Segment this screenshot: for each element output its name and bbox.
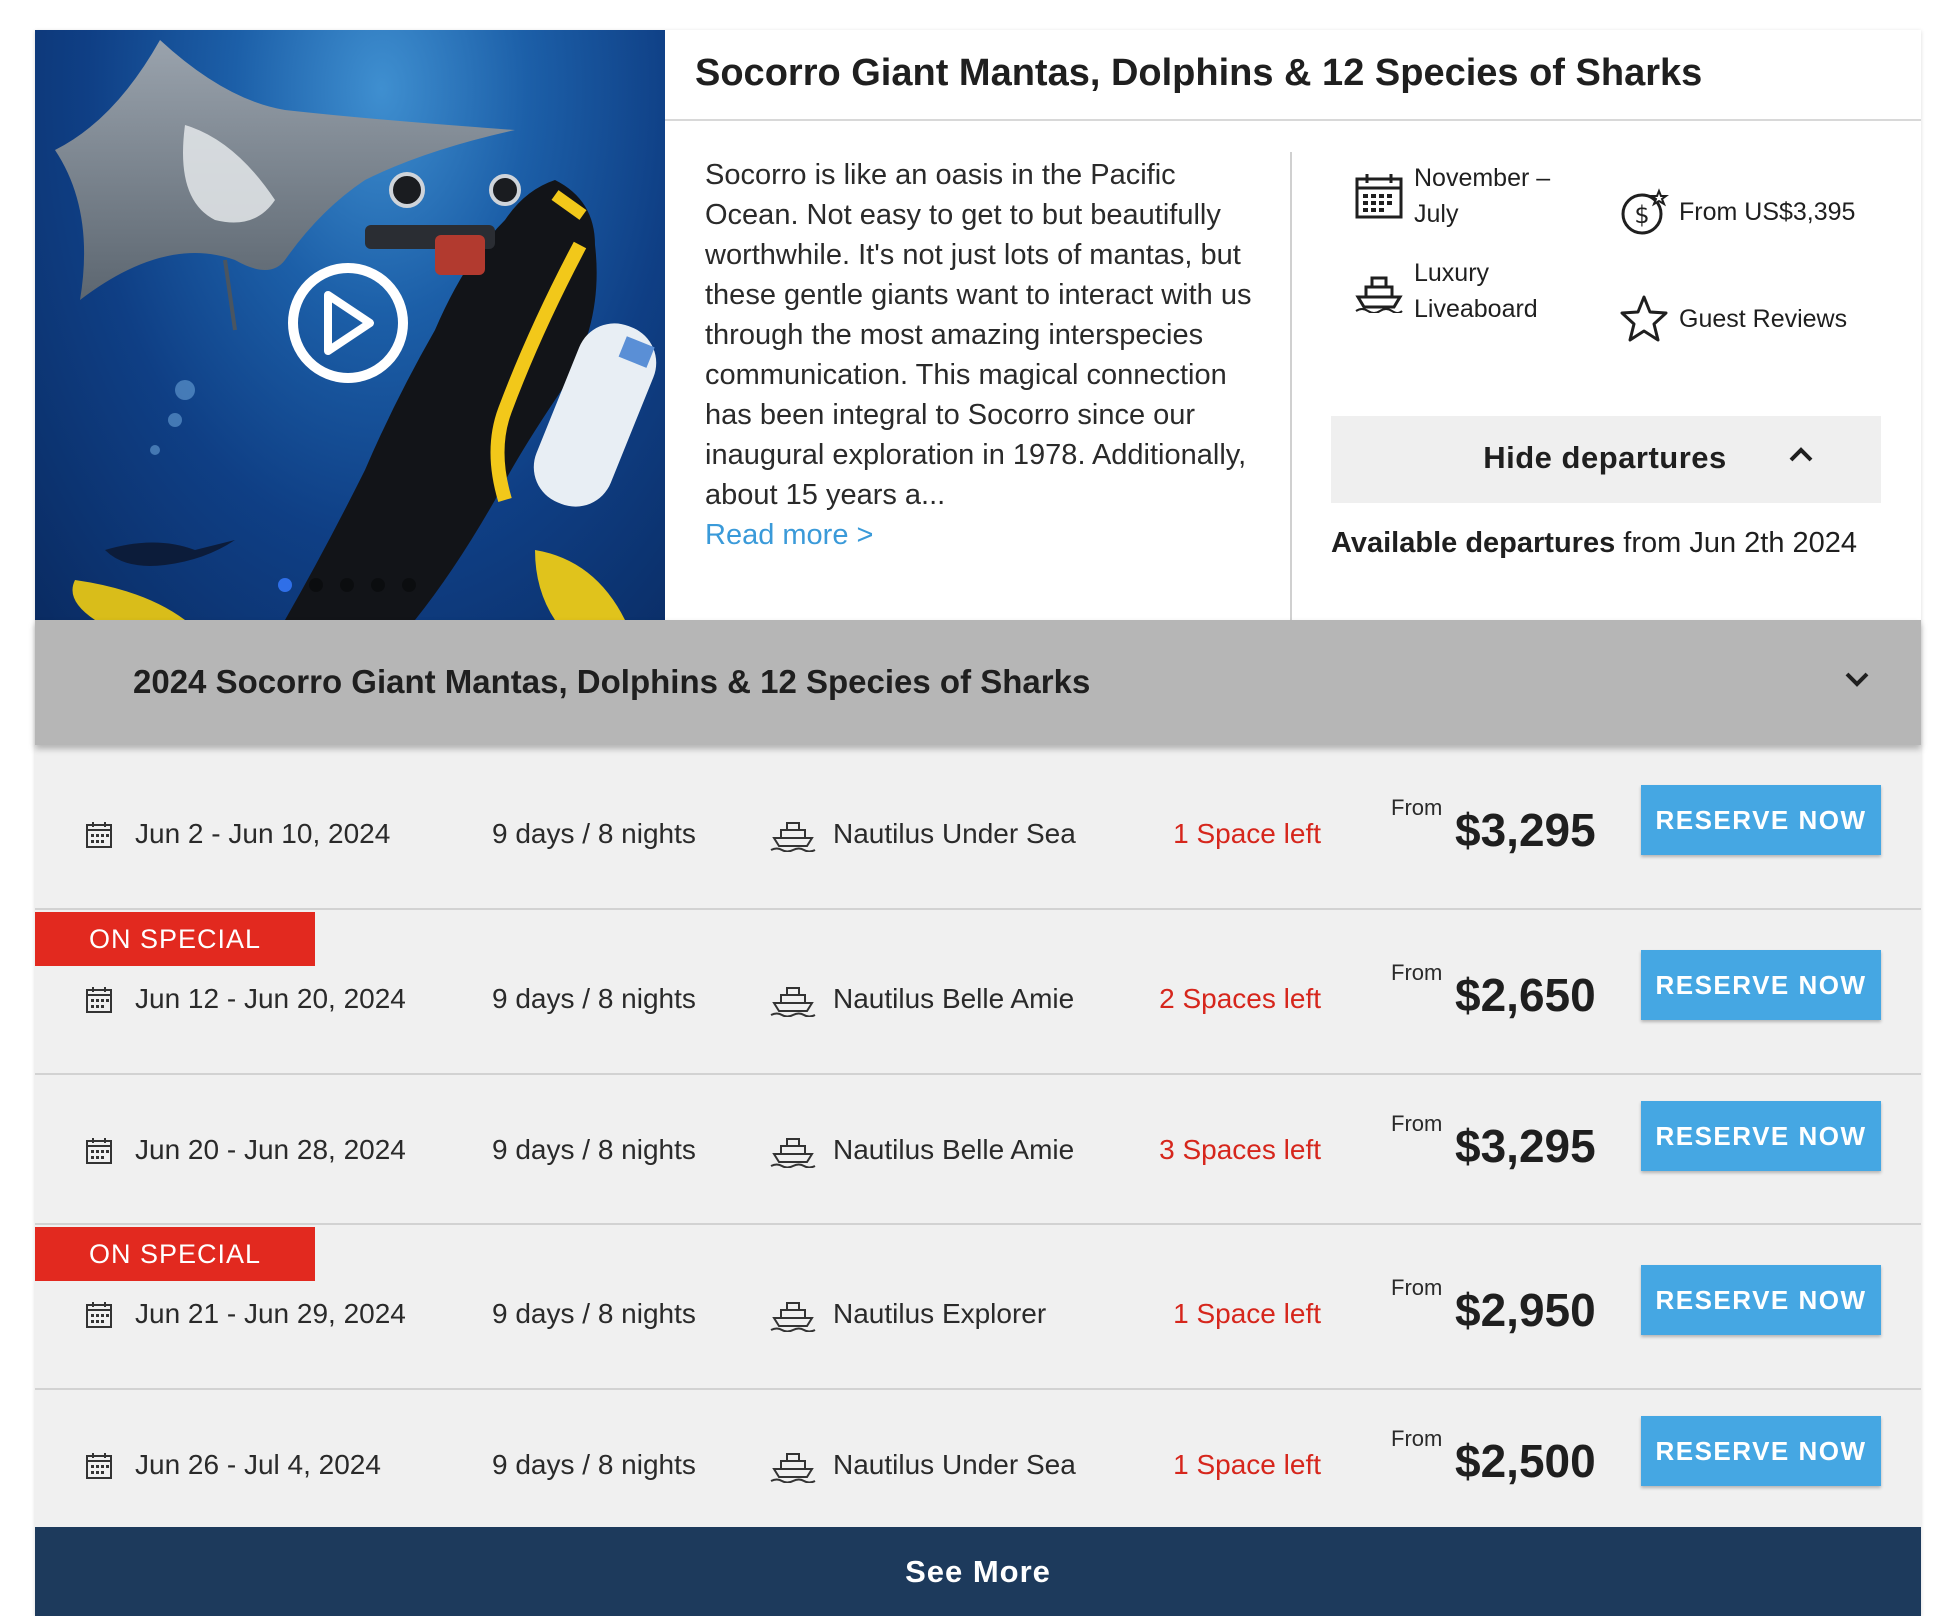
departure-duration: 9 days / 8 nights <box>492 1449 696 1480</box>
departure-dates: Jun 12 - Jun 20, 2024 <box>135 983 406 1014</box>
carousel-dots <box>278 578 416 592</box>
departure-spaces: 1 Space left <box>1173 1449 1321 1480</box>
departure-dates: Jun 20 - Jun 28, 2024 <box>135 1134 406 1165</box>
departure-price: $2,950 <box>1455 1284 1596 1336</box>
feature-price: $ From US$3,395 <box>1617 185 1917 239</box>
departure-dates: Jun 21 - Jun 29, 2024 <box>135 1298 406 1329</box>
feature-reviews[interactable]: Guest Reviews <box>1617 292 1917 346</box>
year-accordion-header[interactable]: 2024 Socorro Giant Mantas, Dolphins & 12… <box>35 620 1921 745</box>
on-special-badge: ON SPECIAL <box>35 912 315 966</box>
play-icon <box>324 291 374 355</box>
carousel-dot[interactable] <box>371 578 385 592</box>
carousel-dot[interactable] <box>278 578 292 592</box>
reserve-now-button[interactable]: RESERVE NOW <box>1641 785 1881 855</box>
trip-card: Socorro Giant Mantas, Dolphins & 12 Spec… <box>35 30 1921 1616</box>
reserve-now-button[interactable]: RESERVE NOW <box>1641 1416 1881 1486</box>
feature-price-text: From US$3,395 <box>1679 198 1856 226</box>
ship-icon <box>770 1449 816 1488</box>
divider <box>1290 152 1292 620</box>
available-departures-label: Available departures <box>1331 527 1616 559</box>
departure-dates: Jun 26 - Jul 4, 2024 <box>135 1449 381 1480</box>
available-departures-date: from Jun 2th 2024 <box>1615 527 1858 559</box>
on-special-badge: ON SPECIAL <box>35 1227 315 1281</box>
price-from-label: From <box>1391 1275 1443 1300</box>
year-accordion-title: 2024 Socorro Giant Mantas, Dolphins & 12… <box>133 663 1091 700</box>
price-from-label: From <box>1391 1111 1443 1136</box>
calendar-icon <box>85 1452 113 1485</box>
departure-spaces: 2 Spaces left <box>1159 983 1321 1014</box>
departure-row: Jun 20 - Jun 28, 2024 9 days / 8 nights … <box>35 1075 1921 1225</box>
reserve-now-button[interactable]: RESERVE NOW <box>1641 950 1881 1020</box>
departure-row: ON SPECIAL Jun 12 - Jun 20, 2024 9 days … <box>35 910 1921 1075</box>
departure-spaces: 1 Space left <box>1173 1298 1321 1329</box>
departure-dates: Jun 2 - Jun 10, 2024 <box>135 818 391 849</box>
departure-duration: 9 days / 8 nights <box>492 818 696 849</box>
calendar-icon <box>85 986 113 1019</box>
feature-season: November – July <box>1352 160 1582 232</box>
trip-description: Socorro is like an oasis in the Pacific … <box>705 155 1265 555</box>
departure-row: Jun 2 - Jun 10, 2024 9 days / 8 nights N… <box>35 745 1921 910</box>
ship-icon <box>770 818 816 857</box>
calendar-icon <box>1352 169 1406 223</box>
departure-duration: 9 days / 8 nights <box>492 1298 696 1329</box>
calendar-icon <box>85 1137 113 1170</box>
reserve-now-button[interactable]: RESERVE NOW <box>1641 1265 1881 1335</box>
carousel-dot[interactable] <box>402 578 416 592</box>
star-icon <box>1617 292 1671 346</box>
departure-price: $2,500 <box>1455 1435 1596 1487</box>
hide-departures-button[interactable]: Hide departures <box>1331 416 1881 503</box>
svg-text:$: $ <box>1634 201 1649 229</box>
feature-vessel-text: Luxury Liveaboard <box>1414 259 1538 323</box>
departure-price: $3,295 <box>1455 804 1596 856</box>
price-from-label: From <box>1391 960 1443 985</box>
carousel-dot[interactable] <box>340 578 354 592</box>
ship-icon <box>770 1298 816 1337</box>
calendar-icon <box>85 1301 113 1334</box>
departure-spaces: 3 Spaces left <box>1159 1134 1321 1165</box>
see-more-button[interactable]: See More <box>35 1527 1921 1616</box>
chevron-up-icon <box>1789 447 1813 462</box>
ship-icon <box>770 1134 816 1173</box>
chevron-down-icon <box>1845 672 1869 687</box>
available-departures-text: Available departures from Jun 2th 2024 <box>1331 527 1857 560</box>
feature-vessel: Luxury Liveaboard <box>1352 255 1582 327</box>
departure-ship: Nautilus Belle Amie <box>833 983 1075 1014</box>
departure-row: Jun 26 - Jul 4, 2024 9 days / 8 nights N… <box>35 1390 1921 1527</box>
calendar-icon <box>85 821 113 854</box>
dollar-coin-icon: $ <box>1617 185 1671 239</box>
departure-price: $3,295 <box>1455 1120 1596 1172</box>
departure-row: ON SPECIAL Jun 21 - Jun 29, 2024 9 days … <box>35 1225 1921 1390</box>
price-from-label: From <box>1391 795 1443 820</box>
departure-duration: 9 days / 8 nights <box>492 983 696 1014</box>
carousel-dot[interactable] <box>309 578 323 592</box>
feature-season-text: November – July <box>1414 164 1551 228</box>
trip-video-thumbnail[interactable] <box>35 30 665 620</box>
play-button[interactable] <box>288 263 408 383</box>
ship-icon <box>770 983 816 1022</box>
ship-icon <box>1352 264 1406 318</box>
price-from-label: From <box>1391 1426 1443 1451</box>
departure-ship: Nautilus Explorer <box>833 1298 1047 1329</box>
reserve-now-button[interactable]: RESERVE NOW <box>1641 1101 1881 1171</box>
read-more-link[interactable]: Read more > <box>705 515 1265 555</box>
trip-title-bar: Socorro Giant Mantas, Dolphins & 12 Spec… <box>665 30 1921 121</box>
trip-title: Socorro Giant Mantas, Dolphins & 12 Spec… <box>695 52 1703 94</box>
feature-reviews-text: Guest Reviews <box>1679 305 1848 333</box>
departure-duration: 9 days / 8 nights <box>492 1134 696 1165</box>
departure-spaces: 1 Space left <box>1173 818 1321 849</box>
departure-ship: Nautilus Under Sea <box>833 818 1076 849</box>
description-text: Socorro is like an oasis in the Pacific … <box>705 159 1252 511</box>
departure-price: $2,650 <box>1455 969 1596 1021</box>
departure-ship: Nautilus Belle Amie <box>833 1134 1075 1165</box>
departure-ship: Nautilus Under Sea <box>833 1449 1076 1480</box>
